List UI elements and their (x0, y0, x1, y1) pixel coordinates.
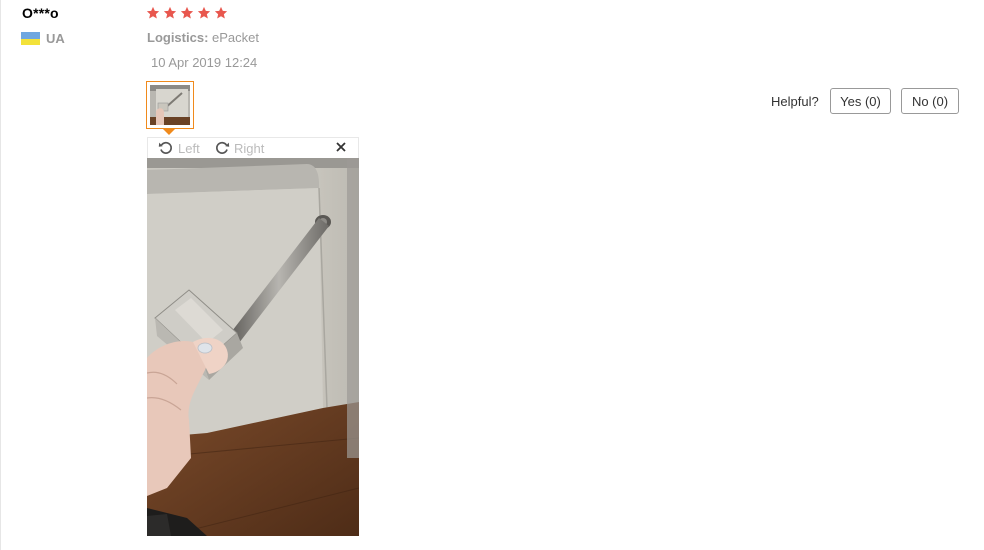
flag-icon (21, 32, 40, 45)
star-rating (146, 6, 228, 20)
close-viewer-button[interactable] (334, 139, 348, 155)
star-icon (146, 6, 160, 19)
logistics-value: ePacket (212, 30, 260, 45)
thumbnail-pointer (163, 129, 175, 135)
star-icon (180, 6, 194, 19)
logistics-label: Logistics: (147, 30, 209, 45)
rotate-left-icon (158, 141, 172, 154)
logistics-info: Logistics: ePacket (147, 30, 259, 45)
photo-thumbnail[interactable] (146, 81, 194, 129)
rotate-right-icon (216, 141, 230, 154)
rotate-right-button[interactable]: Right (214, 140, 264, 156)
close-icon (336, 142, 346, 152)
helpful-label: Helpful? (771, 94, 819, 109)
reviewer-name: O***o (22, 5, 59, 21)
helpful-yes-button[interactable]: Yes (0) (830, 88, 891, 114)
thumbnail-image (150, 85, 190, 125)
reviewer-country: UA (21, 31, 65, 46)
helpful-no-button[interactable]: No (0) (901, 88, 959, 114)
star-icon (197, 6, 211, 19)
star-icon (214, 6, 228, 19)
review-photo (147, 158, 359, 536)
review-date: 10 Apr 2019 12:24 (151, 55, 258, 70)
image-viewer-toolbar: Left Right (147, 137, 359, 158)
star-icon (163, 6, 177, 19)
country-code: UA (46, 31, 65, 46)
rotate-left-label: Left (178, 140, 200, 156)
rotate-left-button[interactable]: Left (158, 140, 200, 156)
left-border (0, 0, 1, 550)
rotate-right-label: Right (234, 140, 265, 156)
